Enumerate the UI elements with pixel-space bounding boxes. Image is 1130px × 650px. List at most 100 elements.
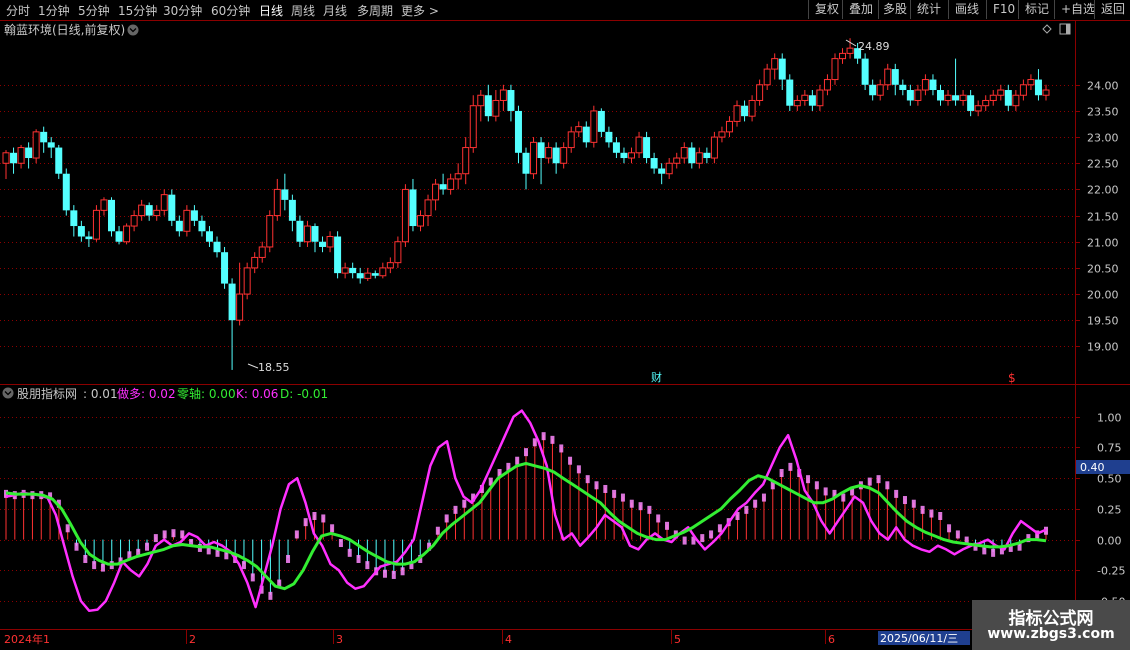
date-label-2024: 2024年1 xyxy=(4,632,50,646)
candle-body-up xyxy=(341,267,349,274)
candle xyxy=(334,231,342,279)
candle-body-up xyxy=(914,89,922,101)
candle-body-up xyxy=(1019,84,1027,96)
indicator-bar-cap xyxy=(559,444,564,453)
candle-body-up xyxy=(454,173,462,180)
candle-body-down xyxy=(228,283,236,321)
price-tick-label: 21.50 xyxy=(1087,211,1119,224)
watermark: 指标公式网 www.zbgs3.com xyxy=(972,600,1130,650)
candle-body-down xyxy=(281,189,289,200)
candle-body-up xyxy=(499,89,507,101)
candle xyxy=(319,236,327,253)
candle-body-down xyxy=(288,199,296,221)
back-button[interactable]: 返回 xyxy=(1094,0,1130,19)
panel-toggle-icon[interactable] xyxy=(1059,23,1071,35)
indicator-bar-cap xyxy=(823,487,828,496)
candle xyxy=(605,126,613,148)
candle xyxy=(718,126,726,143)
price-tick-label: 22.00 xyxy=(1087,184,1119,197)
candle xyxy=(1012,90,1020,111)
indicator-bar-cap xyxy=(620,493,625,502)
candle-body-up xyxy=(251,256,259,269)
candle xyxy=(967,90,975,117)
d-value-label: D: -0.01 xyxy=(280,387,328,401)
indicator-bar-cap xyxy=(576,465,581,474)
candle-body-down xyxy=(409,189,417,227)
candle-body-up xyxy=(138,204,146,217)
candle xyxy=(869,79,877,101)
low-price-label: 18.55 xyxy=(258,361,290,374)
financial-report-marker[interactable]: 财 xyxy=(651,370,662,384)
candle xyxy=(273,178,281,221)
candle xyxy=(288,194,296,232)
title-dropdown-icon[interactable] xyxy=(127,24,139,36)
dividend-marker[interactable]: $ xyxy=(1008,371,1016,385)
candle-body-up xyxy=(447,178,455,190)
candle xyxy=(514,105,522,164)
indicator-bar-cap xyxy=(391,570,396,579)
candle-body-up xyxy=(416,215,424,227)
indicator-bar-cap xyxy=(929,509,934,518)
candle xyxy=(710,131,718,164)
candle xyxy=(658,163,666,185)
candle-body-down xyxy=(929,79,937,91)
indicator-bar-cap xyxy=(647,505,652,514)
candle xyxy=(492,90,500,122)
candle-body-up xyxy=(831,58,839,81)
add-watchlist-button[interactable]: +自选 xyxy=(1054,0,1095,19)
candle-body-down xyxy=(311,226,319,242)
price-tick-label: 19.00 xyxy=(1087,341,1119,354)
candle-body-down xyxy=(25,147,33,159)
candle xyxy=(10,147,18,174)
indicator-bar-cap xyxy=(365,561,370,570)
indicator-bar-cap xyxy=(700,534,705,543)
indicator-bar-cap xyxy=(524,448,528,457)
candle xyxy=(597,108,605,138)
candle-body-up xyxy=(432,183,440,201)
candle-body-up xyxy=(793,99,801,107)
candle xyxy=(748,95,756,122)
candle xyxy=(236,262,244,326)
date-label-jun: 6 xyxy=(828,633,835,646)
diamond-icon[interactable] xyxy=(1042,24,1052,34)
candle xyxy=(198,215,206,237)
candle xyxy=(108,197,116,237)
indicator-bar-cap xyxy=(338,539,343,548)
candle-body-down xyxy=(108,199,116,232)
indicator-bar-cap xyxy=(162,530,167,539)
candle xyxy=(123,223,131,245)
candle xyxy=(205,226,213,247)
candle-body-up xyxy=(492,99,500,117)
candle-body-down xyxy=(168,194,176,221)
candle xyxy=(130,210,138,232)
candle-body-up xyxy=(92,209,100,240)
candle xyxy=(552,142,560,174)
candle xyxy=(17,144,25,169)
indicator-bar-cap xyxy=(894,489,899,498)
indicator-dropdown-icon[interactable] xyxy=(2,387,14,399)
indicator-bar-cap xyxy=(153,534,158,543)
candle xyxy=(326,231,334,253)
indicator-bar-cap xyxy=(753,499,758,508)
candle xyxy=(77,220,85,242)
candle xyxy=(469,95,477,153)
candle-body-down xyxy=(439,184,447,190)
candle-body-down xyxy=(334,236,342,274)
date-label-mar: 3 xyxy=(336,633,343,646)
candle-body-up xyxy=(258,246,266,258)
candle-body-down xyxy=(85,236,93,240)
candle-body-up xyxy=(462,147,470,175)
price-tick-label: 24.00 xyxy=(1087,80,1119,93)
candle-body-up xyxy=(1012,94,1020,107)
indicator-bar-cap xyxy=(788,462,793,471)
candle xyxy=(741,100,749,122)
indicator-bar-cap xyxy=(920,505,925,514)
candle-body-down xyxy=(861,58,869,85)
candle xyxy=(341,262,349,279)
candle xyxy=(763,63,771,91)
candle xyxy=(831,53,839,85)
candle-body-up xyxy=(130,215,138,227)
candle xyxy=(1027,74,1035,91)
candle xyxy=(530,137,538,179)
price-tick-label: 23.00 xyxy=(1087,132,1119,145)
